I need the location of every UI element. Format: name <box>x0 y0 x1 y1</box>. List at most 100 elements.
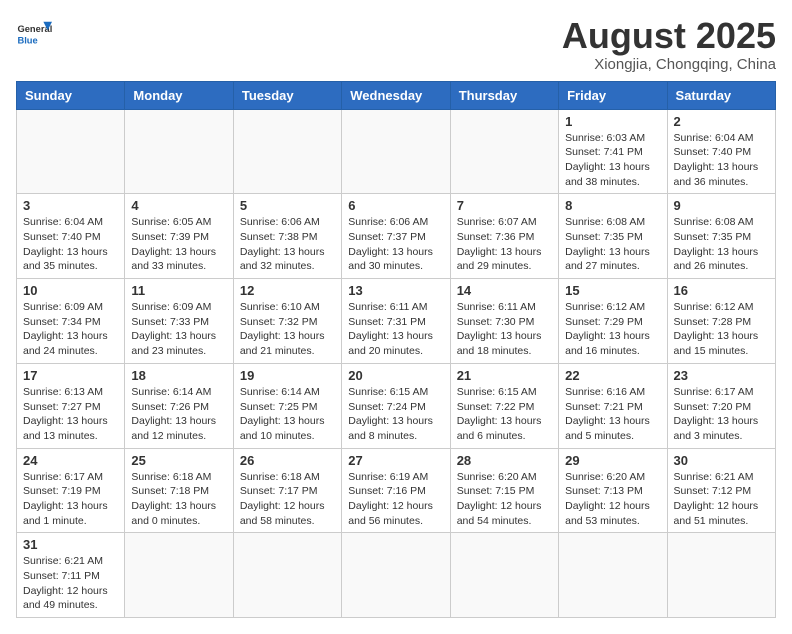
day-info: Sunrise: 6:13 AM Sunset: 7:27 PM Dayligh… <box>23 385 118 444</box>
day-number: 19 <box>240 368 335 383</box>
day-info: Sunrise: 6:10 AM Sunset: 7:32 PM Dayligh… <box>240 300 335 359</box>
day-number: 26 <box>240 453 335 468</box>
calendar-cell: 10 Sunrise: 6:09 AM Sunset: 7:34 PM Dayli… <box>17 279 125 364</box>
calendar-cell: 15Sunrise: 6:12 AM Sunset: 7:29 PM Dayli… <box>559 279 667 364</box>
calendar-cell: 13Sunrise: 6:11 AM Sunset: 7:31 PM Dayli… <box>342 279 450 364</box>
weekday-header-wednesday: Wednesday <box>342 81 450 109</box>
day-number: 4 <box>131 198 226 213</box>
calendar-cell <box>125 109 233 194</box>
calendar-cell: 11Sunrise: 6:09 AM Sunset: 7:33 PM Dayli… <box>125 279 233 364</box>
day-number: 18 <box>131 368 226 383</box>
day-info: Sunrise: 6:05 AM Sunset: 7:39 PM Dayligh… <box>131 215 226 274</box>
calendar-cell: 23 Sunrise: 6:17 AM Sunset: 7:20 PM Dayli… <box>667 363 775 448</box>
day-info: Sunrise: 6:04 AM Sunset: 7:40 PM Dayligh… <box>674 131 769 190</box>
day-number: 7 <box>457 198 552 213</box>
day-info: Sunrise: 6:18 AM Sunset: 7:18 PM Dayligh… <box>131 470 226 529</box>
calendar-cell: 31Sunrise: 6:21 AM Sunset: 7:11 PM Dayli… <box>17 533 125 618</box>
day-number: 12 <box>240 283 335 298</box>
calendar-cell: 29 Sunrise: 6:20 AM Sunset: 7:13 PM Dayli… <box>559 448 667 533</box>
day-number: 29 <box>565 453 660 468</box>
calendar-cell: 26 Sunrise: 6:18 AM Sunset: 7:17 PM Dayli… <box>233 448 341 533</box>
day-number: 8 <box>565 198 660 213</box>
calendar-cell: 6Sunrise: 6:06 AM Sunset: 7:37 PM Daylig… <box>342 194 450 279</box>
day-number: 2 <box>674 114 769 129</box>
calendar-week-6: 31Sunrise: 6:21 AM Sunset: 7:11 PM Dayli… <box>17 533 776 618</box>
calendar-cell: 19 Sunrise: 6:14 AM Sunset: 7:25 PM Dayli… <box>233 363 341 448</box>
calendar-cell: 7 Sunrise: 6:07 AM Sunset: 7:36 PM Daylig… <box>450 194 558 279</box>
day-number: 20 <box>348 368 443 383</box>
day-number: 1 <box>565 114 660 129</box>
weekday-header-row: SundayMondayTuesdayWednesdayThursdayFrid… <box>17 81 776 109</box>
logo: General Blue <box>16 16 52 52</box>
day-info: Sunrise: 6:09 AM Sunset: 7:33 PM Dayligh… <box>131 300 226 359</box>
day-info: Sunrise: 6:12 AM Sunset: 7:29 PM Dayligh… <box>565 300 660 359</box>
calendar-cell: 4 Sunrise: 6:05 AM Sunset: 7:39 PM Daylig… <box>125 194 233 279</box>
calendar-cell: 12 Sunrise: 6:10 AM Sunset: 7:32 PM Dayli… <box>233 279 341 364</box>
calendar-cell: 1 Sunrise: 6:03 AM Sunset: 7:41 PM Daylig… <box>559 109 667 194</box>
day-info: Sunrise: 6:20 AM Sunset: 7:13 PM Dayligh… <box>565 470 660 529</box>
day-info: Sunrise: 6:21 AM Sunset: 7:11 PM Dayligh… <box>23 554 118 613</box>
calendar-cell: 17 Sunrise: 6:13 AM Sunset: 7:27 PM Dayli… <box>17 363 125 448</box>
day-info: Sunrise: 6:14 AM Sunset: 7:25 PM Dayligh… <box>240 385 335 444</box>
day-info: Sunrise: 6:16 AM Sunset: 7:21 PM Dayligh… <box>565 385 660 444</box>
location-subtitle: Xiongjia, Chongqing, China <box>562 56 776 73</box>
day-info: Sunrise: 6:12 AM Sunset: 7:28 PM Dayligh… <box>674 300 769 359</box>
day-info: Sunrise: 6:09 AM Sunset: 7:34 PM Dayligh… <box>23 300 118 359</box>
weekday-header-sunday: Sunday <box>17 81 125 109</box>
day-info: Sunrise: 6:18 AM Sunset: 7:17 PM Dayligh… <box>240 470 335 529</box>
calendar-week-2: 3Sunrise: 6:04 AM Sunset: 7:40 PM Daylig… <box>17 194 776 279</box>
calendar-cell: 20 Sunrise: 6:15 AM Sunset: 7:24 PM Dayli… <box>342 363 450 448</box>
weekday-header-thursday: Thursday <box>450 81 558 109</box>
day-info: Sunrise: 6:06 AM Sunset: 7:38 PM Dayligh… <box>240 215 335 274</box>
calendar-cell: 5Sunrise: 6:06 AM Sunset: 7:38 PM Daylig… <box>233 194 341 279</box>
day-info: Sunrise: 6:15 AM Sunset: 7:22 PM Dayligh… <box>457 385 552 444</box>
day-info: Sunrise: 6:06 AM Sunset: 7:37 PM Dayligh… <box>348 215 443 274</box>
calendar-cell <box>342 533 450 618</box>
day-info: Sunrise: 6:07 AM Sunset: 7:36 PM Dayligh… <box>457 215 552 274</box>
day-info: Sunrise: 6:08 AM Sunset: 7:35 PM Dayligh… <box>565 215 660 274</box>
calendar-cell: 22 Sunrise: 6:16 AM Sunset: 7:21 PM Dayli… <box>559 363 667 448</box>
calendar-cell: 2 Sunrise: 6:04 AM Sunset: 7:40 PM Daylig… <box>667 109 775 194</box>
day-number: 22 <box>565 368 660 383</box>
day-info: Sunrise: 6:17 AM Sunset: 7:20 PM Dayligh… <box>674 385 769 444</box>
calendar-cell <box>342 109 450 194</box>
day-info: Sunrise: 6:17 AM Sunset: 7:19 PM Dayligh… <box>23 470 118 529</box>
calendar-week-3: 10 Sunrise: 6:09 AM Sunset: 7:34 PM Dayli… <box>17 279 776 364</box>
weekday-header-friday: Friday <box>559 81 667 109</box>
day-number: 23 <box>674 368 769 383</box>
calendar-cell <box>450 109 558 194</box>
calendar-cell <box>125 533 233 618</box>
day-number: 28 <box>457 453 552 468</box>
day-number: 21 <box>457 368 552 383</box>
day-number: 10 <box>23 283 118 298</box>
day-info: Sunrise: 6:08 AM Sunset: 7:35 PM Dayligh… <box>674 215 769 274</box>
day-info: Sunrise: 6:20 AM Sunset: 7:15 PM Dayligh… <box>457 470 552 529</box>
day-info: Sunrise: 6:11 AM Sunset: 7:31 PM Dayligh… <box>348 300 443 359</box>
calendar-cell <box>450 533 558 618</box>
day-number: 17 <box>23 368 118 383</box>
svg-text:Blue: Blue <box>17 35 37 45</box>
calendar-week-5: 24Sunrise: 6:17 AM Sunset: 7:19 PM Dayli… <box>17 448 776 533</box>
calendar-cell: 25 Sunrise: 6:18 AM Sunset: 7:18 PM Dayli… <box>125 448 233 533</box>
calendar-cell: 24Sunrise: 6:17 AM Sunset: 7:19 PM Dayli… <box>17 448 125 533</box>
calendar-cell <box>17 109 125 194</box>
calendar-table: SundayMondayTuesdayWednesdayThursdayFrid… <box>16 81 776 619</box>
calendar-cell: 30Sunrise: 6:21 AM Sunset: 7:12 PM Dayli… <box>667 448 775 533</box>
day-info: Sunrise: 6:15 AM Sunset: 7:24 PM Dayligh… <box>348 385 443 444</box>
day-number: 25 <box>131 453 226 468</box>
calendar-cell <box>667 533 775 618</box>
title-area: August 2025 Xiongjia, Chongqing, China <box>562 16 776 73</box>
day-number: 9 <box>674 198 769 213</box>
day-info: Sunrise: 6:03 AM Sunset: 7:41 PM Dayligh… <box>565 131 660 190</box>
day-info: Sunrise: 6:14 AM Sunset: 7:26 PM Dayligh… <box>131 385 226 444</box>
logo-icon: General Blue <box>16 16 52 52</box>
day-number: 30 <box>674 453 769 468</box>
month-title: August 2025 <box>562 16 776 56</box>
calendar-cell <box>233 533 341 618</box>
day-number: 14 <box>457 283 552 298</box>
calendar-cell: 9 Sunrise: 6:08 AM Sunset: 7:35 PM Daylig… <box>667 194 775 279</box>
day-info: Sunrise: 6:04 AM Sunset: 7:40 PM Dayligh… <box>23 215 118 274</box>
day-number: 27 <box>348 453 443 468</box>
calendar-cell <box>233 109 341 194</box>
calendar-cell: 27Sunrise: 6:19 AM Sunset: 7:16 PM Dayli… <box>342 448 450 533</box>
